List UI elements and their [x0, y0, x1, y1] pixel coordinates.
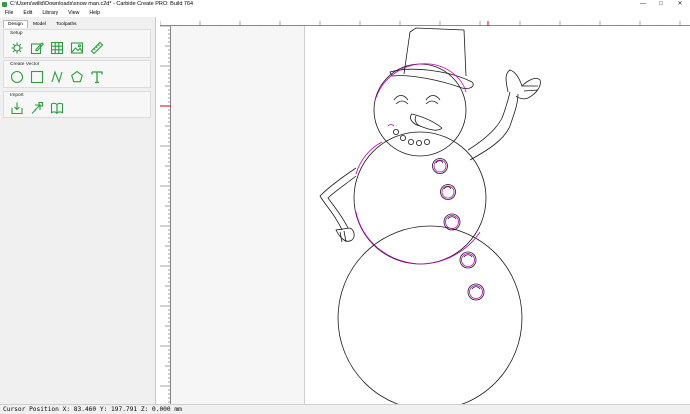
- status-bar: Cursor Position X: 83.460 Y: 197.791 Z: …: [0, 404, 690, 414]
- mouth-dot: [423, 138, 430, 145]
- left-arm-outer: [319, 167, 357, 231]
- left-eye: [393, 95, 409, 101]
- mouth-dot: [392, 128, 399, 135]
- left-hand: [335, 227, 355, 242]
- button-shine: [471, 286, 481, 290]
- carrot-nose: [410, 113, 443, 131]
- right-hand: [505, 69, 541, 100]
- right-eye-inner: [425, 100, 439, 105]
- snowman-bottom: [337, 225, 523, 411]
- selected-mouth: [387, 124, 395, 127]
- mouth-dot: [407, 138, 414, 145]
- cursor-position-readout: Cursor Position X: 83.460 Y: 197.791 Z: …: [3, 406, 182, 413]
- selected-button: [433, 159, 447, 173]
- selected-button: [469, 285, 483, 299]
- selected-button: [441, 185, 455, 199]
- right-eye: [425, 95, 441, 101]
- right-arm-inner: [467, 91, 511, 151]
- mouth-dot: [415, 139, 422, 146]
- mouth-dot: [399, 134, 406, 141]
- selected-button: [445, 215, 459, 229]
- hat-crown: [409, 27, 467, 77]
- button-shine: [463, 254, 473, 258]
- button-shine: [447, 216, 457, 220]
- right-arm-outer: [469, 93, 519, 161]
- snowman-artwork[interactable]: [0, 0, 690, 414]
- snowman-head: [373, 63, 467, 157]
- left-eye-inner: [395, 100, 409, 105]
- right-fingers: [522, 85, 539, 92]
- left-arm-inner: [327, 175, 357, 229]
- selected-head-outline: [375, 63, 467, 99]
- hat-brim: [389, 68, 474, 89]
- selected-button: [461, 253, 475, 267]
